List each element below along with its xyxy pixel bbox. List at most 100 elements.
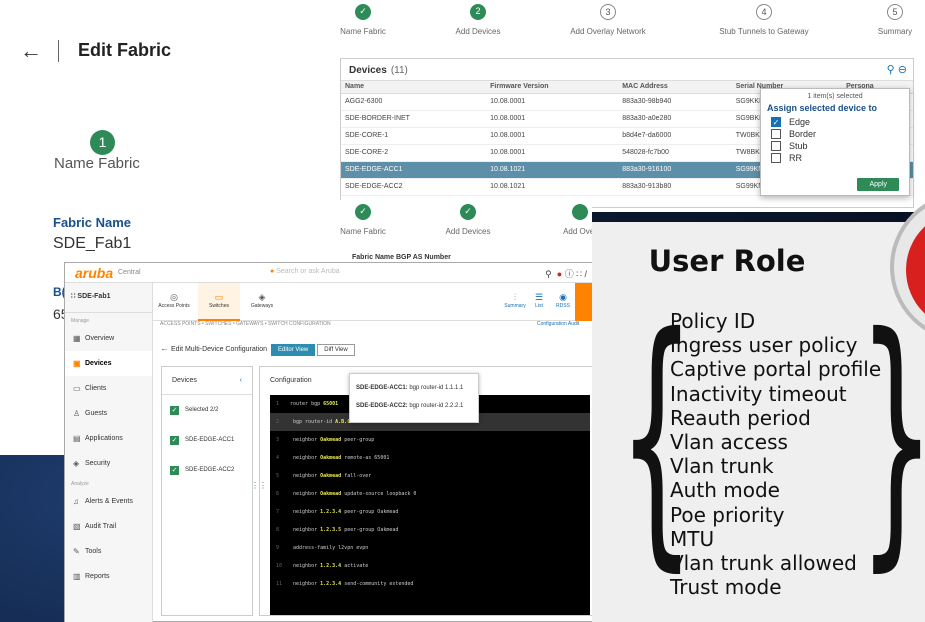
- cell-name: AGG2-6300: [341, 93, 487, 111]
- code-variable[interactable]: 65001: [323, 401, 338, 407]
- option-stub[interactable]: Stub: [771, 140, 903, 152]
- code-text: neighbor: [290, 581, 321, 587]
- diff-view-toggle[interactable]: Diff View: [317, 344, 355, 356]
- top-icons: ⚲ ● ⓘ ∷ /: [545, 267, 587, 280]
- code-variable[interactable]: 1.2.3.4: [320, 563, 341, 569]
- step-number-badge: 1: [90, 130, 115, 155]
- checkbox-icon[interactable]: [771, 129, 781, 139]
- wizard-step-add-devices[interactable]: ✓ Add Devices: [403, 204, 533, 236]
- sidebar: ∷ SDE-Fab1 Manage ▦ Overview ▣ Devices ▭ Cl…: [65, 283, 153, 622]
- search-input[interactable]: ● Search or ask Aruba: [270, 268, 340, 275]
- fabric-selector[interactable]: ∷ SDE-Fab1: [65, 283, 152, 313]
- code-text: remote-as 65001: [341, 455, 390, 461]
- notification-icon[interactable]: ●: [557, 269, 562, 279]
- wizard-step-stub-tunnels[interactable]: 4 Stub Tunnels to Gateway: [699, 4, 829, 36]
- collapse-icon[interactable]: ⊖: [898, 64, 907, 76]
- sidebar-item-security[interactable]: ◈ Security: [65, 451, 152, 476]
- tab-label: Gateways: [250, 303, 274, 309]
- option-rr[interactable]: RR: [771, 152, 903, 164]
- sidebar-item-applications[interactable]: ▤ Applications: [65, 426, 152, 451]
- checkbox-checked-icon[interactable]: ✓: [170, 465, 179, 475]
- apps-icon[interactable]: ∷: [576, 269, 582, 279]
- code-text: neighbor: [290, 491, 321, 497]
- wizard-step-add-devices[interactable]: 2 Add Devices: [413, 4, 543, 36]
- tooltip-device: SDE-EDGE-ACC2:: [356, 403, 408, 409]
- fabric-name-value[interactable]: SDE_Fab1: [53, 235, 131, 253]
- line-number: 5: [276, 473, 280, 479]
- sidebar-item-overview[interactable]: ▦ Overview: [65, 326, 152, 351]
- device-row-label: SDE-EDGE-ACC1: [185, 437, 235, 443]
- help-icon[interactable]: ⓘ: [565, 269, 574, 279]
- alerts-icon: ♫: [73, 497, 79, 506]
- sidebar-item-label: Audit Trail: [85, 523, 117, 530]
- sidebar-item-devices[interactable]: ▣ Devices: [65, 351, 152, 376]
- checkbox-checked-icon[interactable]: ✓: [170, 405, 179, 415]
- code-variable[interactable]: Oakmead: [320, 437, 341, 443]
- checkbox-icon[interactable]: [771, 141, 781, 151]
- tab-switches[interactable]: ▭ Switches: [198, 283, 240, 321]
- code-text: neighbor: [290, 437, 321, 443]
- checkbox-checked-icon[interactable]: ✓: [771, 117, 781, 127]
- wizard-step-label: Add Devices: [455, 27, 501, 36]
- wizard-step-label: Add Overlay Network: [570, 27, 646, 36]
- code-variable[interactable]: 1.2.3.4: [320, 581, 341, 587]
- wizard-step-overlay-network[interactable]: 3 Add Overlay Network: [543, 4, 673, 36]
- code-variable[interactable]: Oakmead: [320, 473, 341, 479]
- device-row-label: SDE-EDGE-ACC2: [185, 467, 235, 473]
- cell-name: SDE-CORE-2: [341, 144, 487, 162]
- sidebar-item-reports[interactable]: ▥ Reports: [65, 564, 152, 589]
- checkbox-icon[interactable]: [771, 153, 781, 163]
- wizard-step-name-fabric[interactable]: ✓ Name Fabric: [298, 4, 428, 36]
- tab-rdss[interactable]: ◉ RDSS: [551, 283, 575, 321]
- tab-access-points[interactable]: ◎ Access Points: [153, 283, 195, 321]
- code-variable[interactable]: Oakmead: [320, 491, 341, 497]
- tab-list[interactable]: ☰ List: [527, 283, 551, 321]
- code-text: address-family l2vpn evpn: [290, 545, 369, 551]
- variable-tooltip: SDE-EDGE-ACC1: bgp router-id 1.1.1.1 SDE…: [349, 373, 479, 423]
- code-variable[interactable]: 1.2.3.5: [320, 527, 341, 533]
- user-role-attributes: Policy ID Ingress user policy Captive po…: [670, 309, 881, 599]
- column-header-mac[interactable]: MAC Address: [618, 81, 732, 94]
- device-row-select-all[interactable]: ✓ Selected 2/2: [162, 395, 252, 425]
- back-arrow-icon[interactable]: ←: [20, 38, 42, 64]
- tab-gateways[interactable]: ◈ Gateways: [241, 283, 283, 321]
- tab-summary[interactable]: ⫶ Summary: [503, 283, 527, 321]
- option-edge[interactable]: ✓ Edge: [771, 116, 903, 128]
- column-header-firmware[interactable]: Firmware Version: [486, 81, 619, 94]
- step-circle: 5: [887, 4, 903, 20]
- sidebar-item-tools[interactable]: ✎ Tools: [65, 539, 152, 564]
- search-icon[interactable]: ⚲: [545, 269, 552, 279]
- checkbox-checked-icon[interactable]: ✓: [170, 435, 179, 445]
- code-line: 5 neighbor Oakmead fall-over: [270, 467, 590, 485]
- option-border[interactable]: Border: [771, 128, 903, 140]
- wizard-step-summary[interactable]: 5 Summary: [830, 4, 925, 36]
- back-arrow-icon[interactable]: ←: [160, 343, 169, 353]
- option-label: Edge: [789, 117, 811, 127]
- sidebar-item-clients[interactable]: ▭ Clients: [65, 376, 152, 401]
- code-text: update-source loopback 0: [341, 491, 417, 497]
- code-variable[interactable]: Oakmead: [320, 455, 341, 461]
- step-label: Name Fabric: [54, 155, 140, 172]
- apply-button[interactable]: Apply: [857, 178, 899, 191]
- configuration-audit-link[interactable]: Configuration Audit: [537, 321, 579, 327]
- device-row[interactable]: ✓ SDE-EDGE-ACC2: [162, 455, 252, 485]
- list-icon: ☰: [534, 292, 544, 302]
- devices-count: (11): [390, 65, 408, 76]
- clients-icon: ▭: [73, 384, 81, 393]
- wizard-step-label: Add Devices: [445, 227, 491, 236]
- config-editor[interactable]: 1 router bgp 65001 2 bgp router-id A.B.C.D…: [270, 395, 590, 615]
- rdss-icon: ◉: [559, 292, 567, 302]
- sidebar-item-alerts[interactable]: ♫ Alerts & Events: [65, 489, 152, 514]
- summary-table-header: Fabric Name BGP AS Number: [352, 254, 451, 261]
- cell-mac: 883a30-913b80: [618, 178, 732, 196]
- editor-view-toggle[interactable]: Editor View: [271, 344, 316, 356]
- sidebar-item-audit-trail[interactable]: ▧ Audit Trail: [65, 514, 152, 539]
- user-icon[interactable]: /: [584, 269, 587, 279]
- code-variable[interactable]: 1.2.3.4: [320, 509, 341, 515]
- search-icon[interactable]: ⚲: [887, 64, 895, 76]
- column-header-name[interactable]: Name: [341, 81, 487, 94]
- user-role-title: User Role: [648, 244, 806, 278]
- device-row[interactable]: ✓ SDE-EDGE-ACC1: [162, 425, 252, 455]
- sidebar-item-guests[interactable]: ♙ Guests: [65, 401, 152, 426]
- chevron-left-icon[interactable]: ‹: [240, 377, 242, 384]
